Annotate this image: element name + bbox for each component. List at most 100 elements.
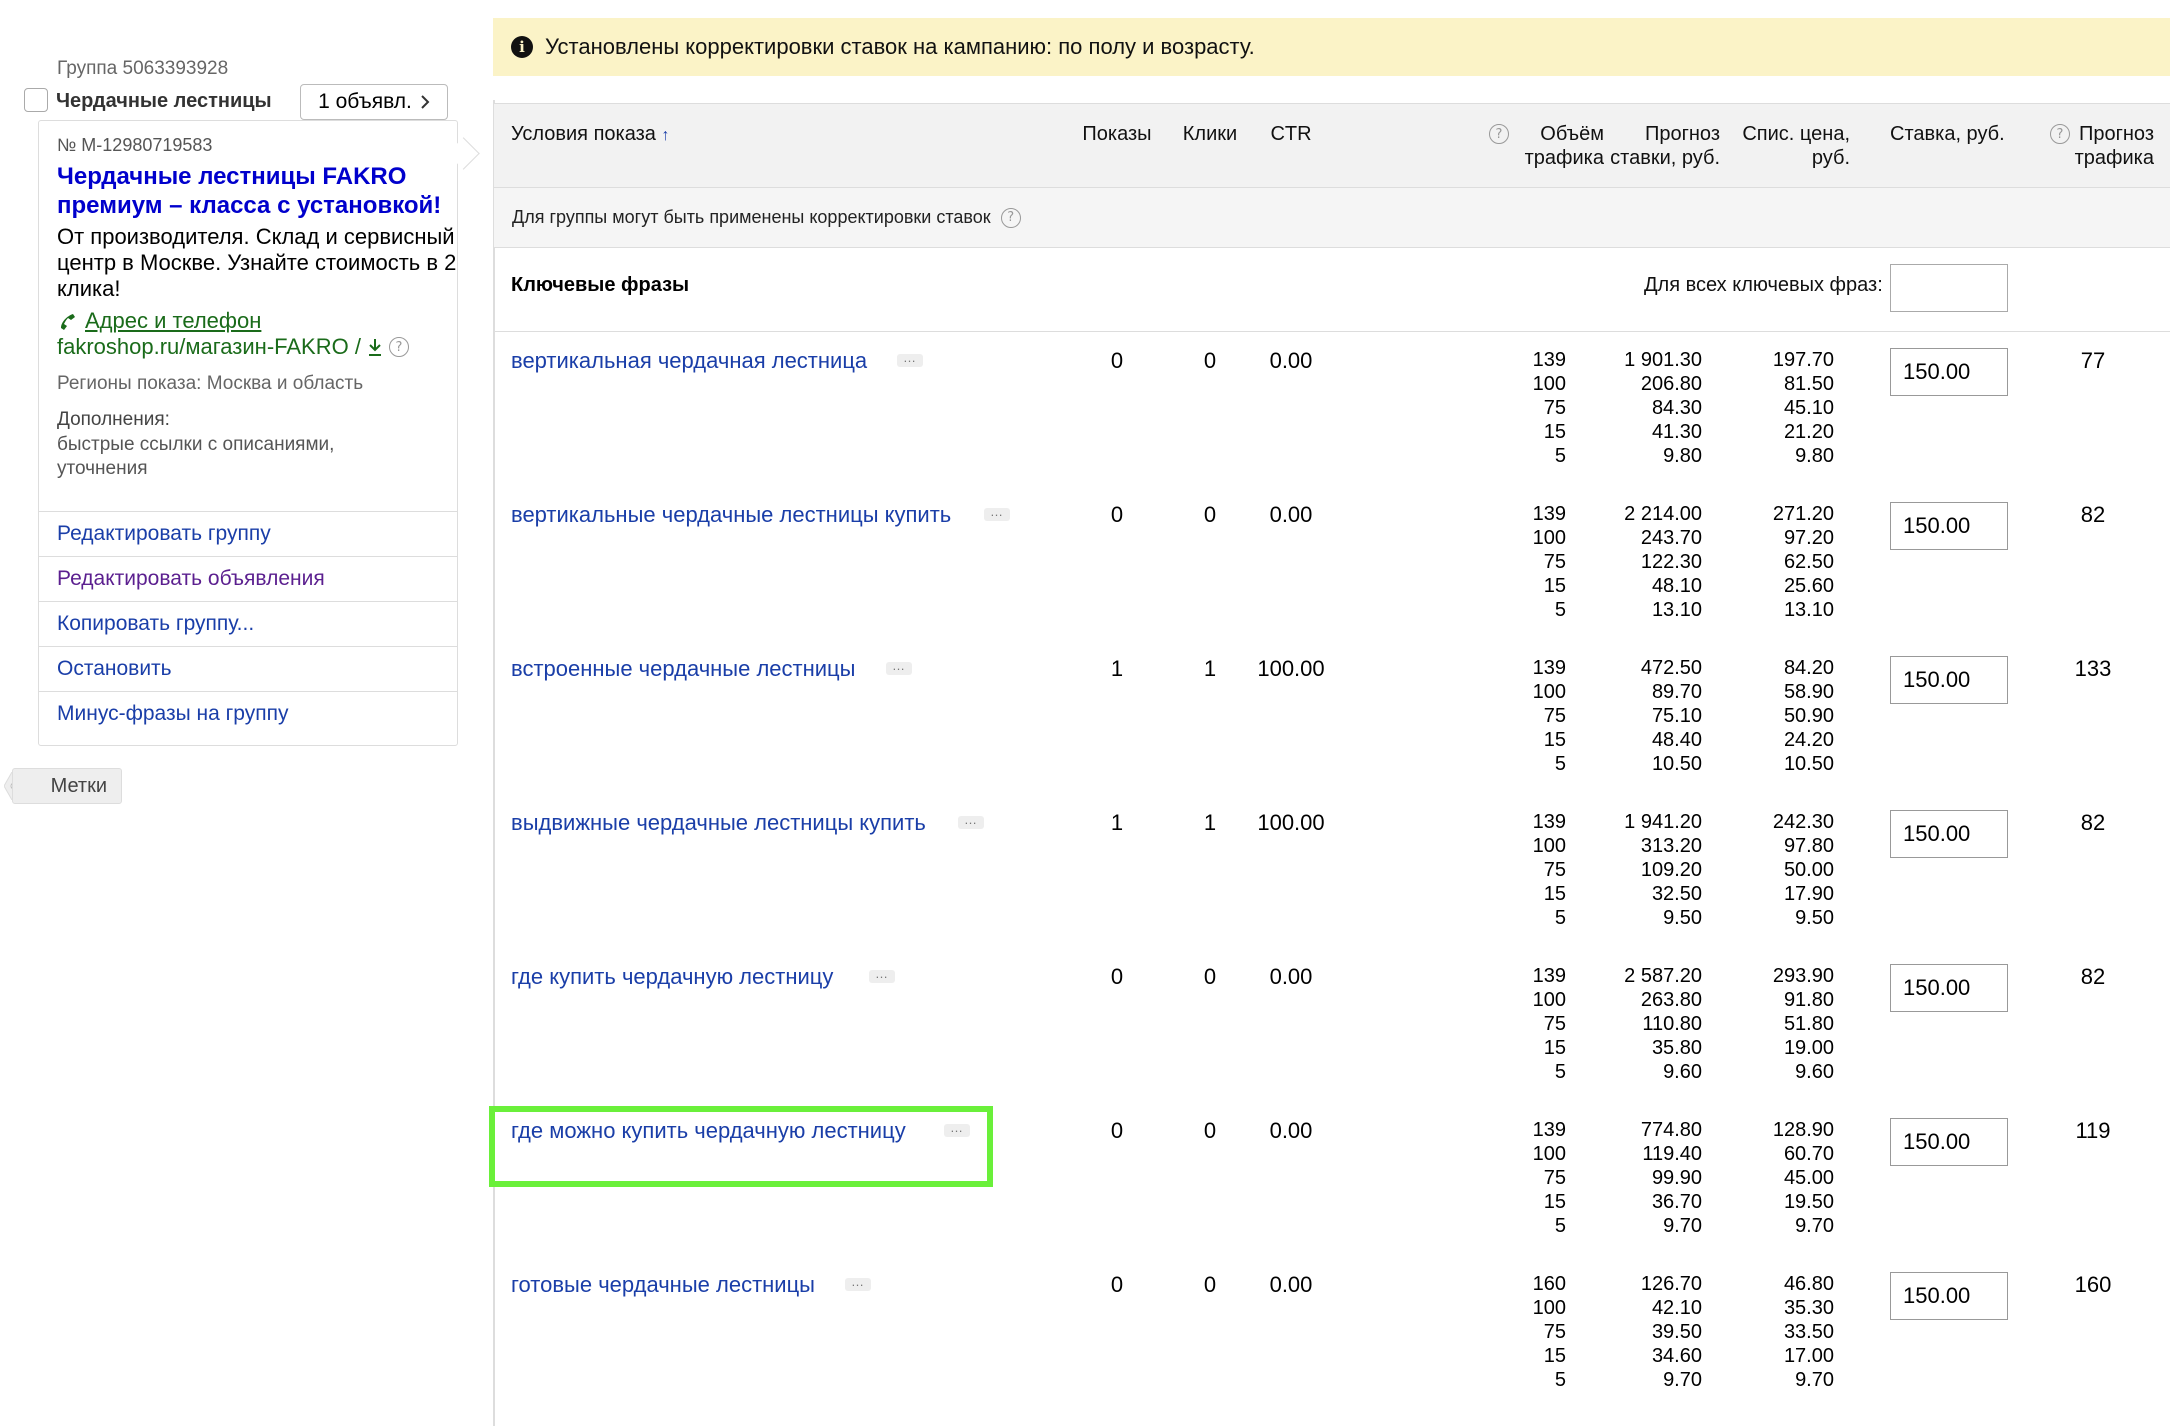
value: 13.10 [1651,599,1702,621]
value: 84.20 [1783,657,1834,679]
negative-keywords-link[interactable]: Минус-фразы на группу [38,691,458,736]
traffic-volume: 160 100 75 15 5 [1494,1272,1566,1392]
tags-button[interactable]: Метки [12,768,122,804]
traffic-volume: 139 100 75 15 5 [1494,964,1566,1084]
value: 9.50 [1663,907,1702,929]
value: 51.80 [1783,1013,1834,1035]
value: 139 [1532,811,1566,833]
more-icon[interactable]: … [886,659,912,675]
traffic-volume: 139 100 75 15 5 [1494,1118,1566,1238]
value: 100 [1532,1297,1566,1319]
value: 15 [1543,1345,1566,1367]
info-icon: i [511,36,533,58]
clicks: 0 [1203,1272,1217,1297]
col-conditions[interactable]: Условия показа ↑ [511,122,669,148]
more-icon[interactable]: … [897,351,923,367]
table-row: где купить чердачную лестницу … 0 0 0.00… [494,948,2170,1102]
value: 75 [1543,1321,1566,1343]
bid-forecast: 1 901.30 206.80 84.30 41.30 9.80 [1594,348,1702,468]
value: 36.70 [1651,1191,1702,1213]
bid-input[interactable]: 150.00 [1890,348,2008,396]
value: 58.90 [1783,681,1834,703]
value: 32.50 [1651,883,1702,905]
value: 97.20 [1783,527,1834,549]
traffic-volume: 139 100 75 15 5 [1494,656,1566,776]
keyword-link[interactable]: встроенные чердачные лестницы [511,656,855,682]
bid-forecast: 774.80 119.40 99.90 36.70 9.70 [1594,1118,1702,1238]
bid-input[interactable]: 150.00 [1890,964,2008,1012]
more-icon[interactable]: … [845,1275,871,1291]
more-icon[interactable]: … [958,813,984,829]
value: 17.00 [1783,1345,1834,1367]
help-icon[interactable]: ? [1489,124,1509,144]
ad-number: № M-12980719583 [57,135,213,155]
help-icon[interactable]: ? [388,337,409,357]
value: 50.00 [1783,859,1834,881]
col-bid: Ставка, руб. [1890,123,2005,145]
bid-input[interactable]: 150.00 [1890,656,2008,704]
traffic-forecast: 133 [2074,656,2112,681]
clicks: 1 [1203,656,1217,681]
bid-input[interactable]: 150.00 [1890,502,2008,550]
contact-link[interactable]: Адрес и телефон [57,308,261,334]
keyword-link[interactable]: готовые чердачные лестницы [511,1272,815,1298]
value: 75 [1543,1013,1566,1035]
traffic-volume: 139 100 75 15 5 [1494,348,1566,468]
keyword-link[interactable]: где купить чердачную лестницу [511,964,833,990]
value: 24.20 [1783,729,1834,751]
edit-group-link[interactable]: Редактировать группу [38,511,458,556]
all-keywords-bid-input[interactable] [1890,264,2008,312]
ctr: 0.00 [1269,348,1313,373]
value: 45.00 [1783,1167,1834,1189]
value: 33.50 [1783,1321,1834,1343]
value: 15 [1543,1191,1566,1213]
value: 9.70 [1795,1369,1834,1391]
value: 5 [1554,599,1566,621]
group-checkbox[interactable] [24,88,48,112]
impressions: 0 [1110,964,1124,989]
value: 34.60 [1651,1345,1702,1367]
help-icon[interactable]: ? [1000,207,1021,228]
value: 10.50 [1651,753,1702,775]
stop-link[interactable]: Остановить [38,646,458,691]
col-debit-price: Спис. цена, руб. [1742,123,1850,169]
col-bid-forecast: Прогноз ставки, руб. [1610,123,1720,169]
ad-title[interactable]: Чердачные лестницы FAKRO премиум – класс… [57,162,457,220]
bid-input[interactable]: 150.00 [1890,1272,2008,1320]
display-url: fakroshop.ru/магазин-FAKRO / ? [57,334,409,360]
value: 9.80 [1663,445,1702,467]
adjustments-note-text: Для группы могут быть применены корректи… [512,207,991,227]
value: 271.20 [1772,503,1834,525]
value: 5 [1554,1215,1566,1237]
help-icon[interactable]: ? [2050,124,2070,144]
keyword-link[interactable]: выдвижные чердачные лестницы купить [511,810,926,836]
bid-input[interactable]: 150.00 [1890,1118,2008,1166]
debit-price: 128.90 60.70 45.00 19.50 9.70 [1734,1118,1834,1238]
more-icon[interactable]: … [869,967,895,983]
value: 21.20 [1783,421,1834,443]
value: 122.30 [1640,551,1702,573]
adjustments-note: Для группы могут быть применены корректи… [494,188,2170,248]
traffic-volume: 139 100 75 15 5 [1494,810,1566,930]
ctr: 0.00 [1269,1272,1313,1297]
bid-input[interactable]: 150.00 [1890,810,2008,858]
keyword-link[interactable]: вертикальные чердачные лестницы купить [511,502,951,528]
value: 774.80 [1640,1119,1702,1141]
ctr: 100.00 [1257,656,1325,681]
impressions: 0 [1110,348,1124,373]
ctr: 100.00 [1257,810,1325,835]
value: 100 [1532,527,1566,549]
ads-count-button[interactable]: 1 объявл. [300,84,448,120]
copy-group-link[interactable]: Копировать группу... [38,601,458,646]
value: 139 [1532,657,1566,679]
more-icon[interactable]: … [984,505,1010,521]
group-id: Группа 5063393928 [57,58,229,79]
debit-price: 293.90 91.80 51.80 19.00 9.60 [1734,964,1834,1084]
value: 109.20 [1640,859,1702,881]
value: 13.10 [1783,599,1834,621]
impressions: 0 [1110,1272,1124,1297]
table-row: вертикальные чердачные лестницы купить …… [494,486,2170,640]
edit-ads-link[interactable]: Редактировать объявления [38,556,458,601]
col-clicks: Клики [1182,123,1238,145]
keyword-link[interactable]: вертикальная чердачная лестница [511,348,867,374]
